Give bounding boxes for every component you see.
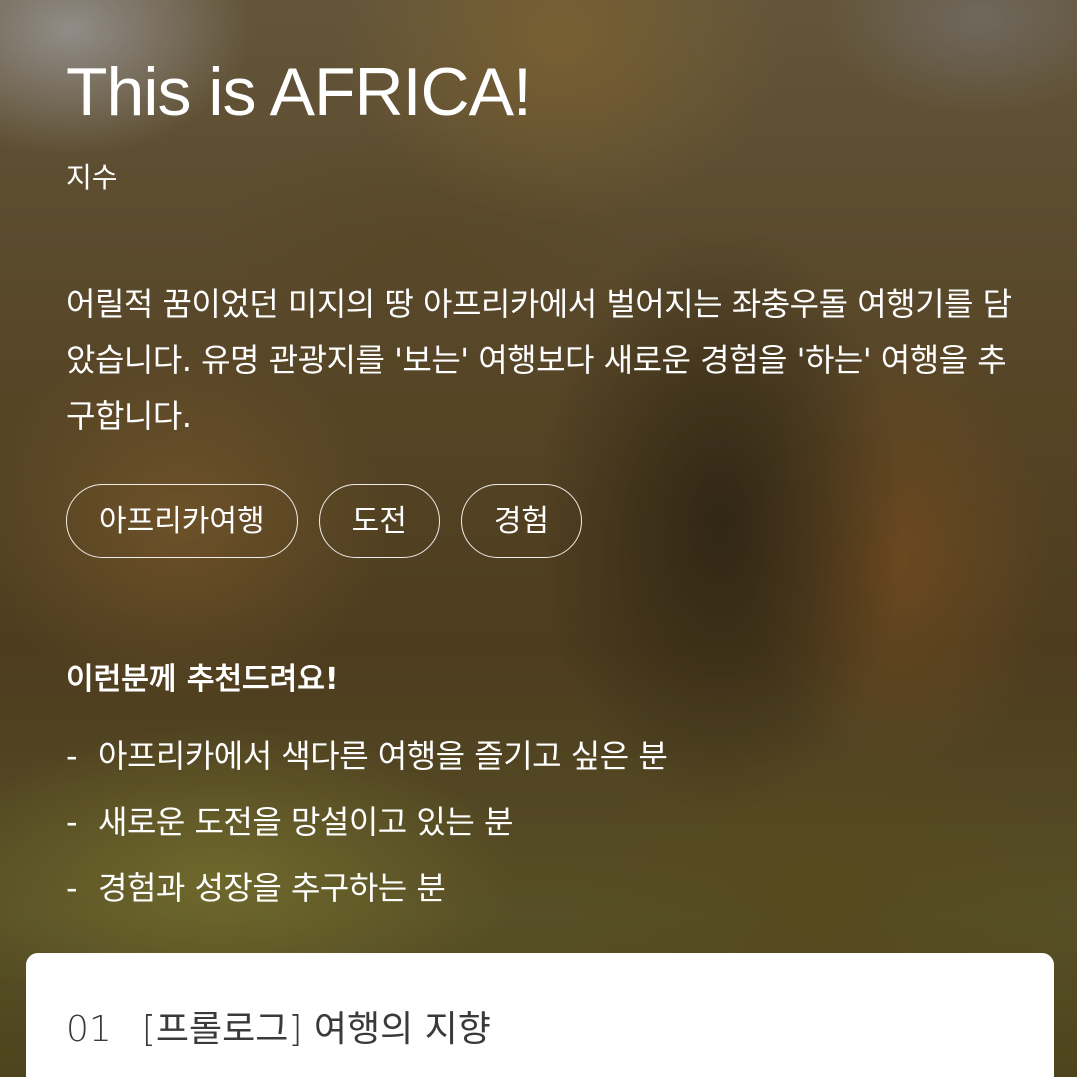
tag-challenge[interactable]: 도전 <box>318 484 440 558</box>
dash-bullet: - <box>66 869 78 907</box>
dash-bullet: - <box>66 803 78 841</box>
chapter-list-card: 01 [프롤로그] 여행의 지향 <box>26 953 1054 1077</box>
recommend-text: 새로운 도전을 망설이고 있는 분 <box>98 803 513 841</box>
chapter-item[interactable]: 01 [프롤로그] 여행의 지향 <box>66 1007 491 1053</box>
list-item: - 경험과 성장을 추구하는 분 <box>66 862 667 928</box>
chapter-title: [프롤로그] 여행의 지향 <box>141 1009 491 1050</box>
book-title: This is AFRICA! <box>66 54 532 130</box>
tag-list: 아프리카여행 도전 경험 <box>66 484 583 558</box>
list-item: - 아프리카에서 색다른 여행을 즐기고 싶은 분 <box>66 730 668 796</box>
tag-africa-travel[interactable]: 아프리카여행 <box>66 484 298 558</box>
chapter-number: 01 <box>66 1009 112 1050</box>
recommend-text: 아프리카에서 색다른 여행을 즐기고 싶은 분 <box>98 737 668 775</box>
list-item: - 새로운 도전을 망설이고 있는 분 <box>66 796 667 862</box>
tag-experience[interactable]: 경험 <box>460 484 583 558</box>
recommend-heading: 이런분께 추천드려요! <box>66 662 339 697</box>
recommend-list: - 아프리카에서 색다른 여행을 즐기고 싶은 분 - 새로운 도전을 망설이고… <box>66 730 668 928</box>
book-description: 어릴적 꿈이었던 미지의 땅 아프리카에서 벌어지는 좌충우돌 여행기를 담았습… <box>66 285 1012 435</box>
dash-bullet: - <box>66 737 78 775</box>
recommend-text: 경험과 성장을 추구하는 분 <box>98 869 446 907</box>
author-name[interactable]: 지수 <box>66 160 118 196</box>
